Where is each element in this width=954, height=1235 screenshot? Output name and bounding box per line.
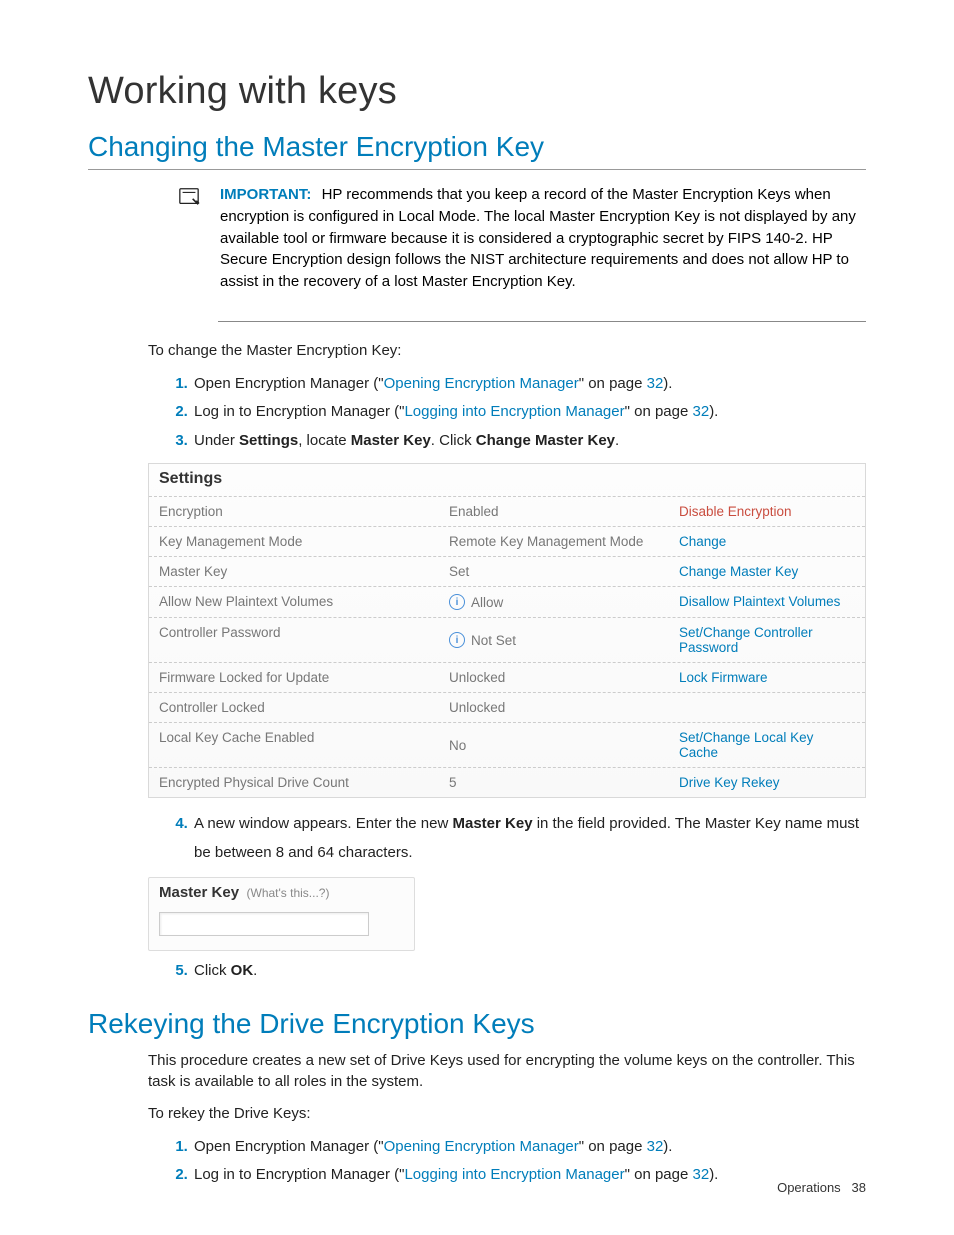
link-opening-encryption-manager[interactable]: Opening Encryption Manager [384, 375, 579, 392]
action-change-master-key[interactable]: Change Master Key [679, 564, 798, 579]
step-2: Log in to Encryption Manager ("Logging i… [192, 1161, 866, 1190]
master-key-input[interactable] [159, 912, 369, 936]
rekey-paragraph-2: To rekey the Drive Keys: [148, 1103, 866, 1125]
step-4: A new window appears. Enter the new Mast… [192, 810, 866, 867]
section-heading-rekeying: Rekeying the Drive Encryption Keys [88, 1008, 866, 1040]
settings-row: Controller Locked Unlocked [149, 692, 865, 722]
setting-label: Encryption [159, 504, 449, 519]
setting-action-empty [679, 700, 855, 715]
setting-value: Unlocked [449, 670, 679, 685]
footer-section: Operations [777, 1180, 841, 1195]
settings-row: Master Key Set Change Master Key [149, 556, 865, 586]
setting-label: Firmware Locked for Update [159, 670, 449, 685]
settings-row: Encrypted Physical Drive Count 5 Drive K… [149, 767, 865, 797]
link-logging-into-encryption-manager[interactable]: Logging into Encryption Manager [404, 403, 624, 420]
link-logging-into-encryption-manager[interactable]: Logging into Encryption Manager [404, 1166, 624, 1183]
action-change-mode[interactable]: Change [679, 534, 726, 549]
master-key-label: Master Key [159, 884, 239, 901]
master-key-whats-this-link[interactable]: (What's this...?) [247, 886, 330, 900]
link-page-32[interactable]: 32 [693, 1166, 710, 1183]
action-disallow-plaintext[interactable]: Disallow Plaintext Volumes [679, 594, 840, 609]
link-page-32[interactable]: 32 [647, 375, 664, 392]
action-disable-encryption[interactable]: Disable Encryption [679, 504, 792, 519]
info-icon[interactable]: i [449, 632, 465, 648]
action-set-controller-password[interactable]: Set/Change Controller Password [679, 625, 813, 655]
step-1: Open Encryption Manager ("Opening Encryp… [192, 370, 866, 399]
setting-value: 5 [449, 775, 679, 790]
settings-row: Encryption Enabled Disable Encryption [149, 496, 865, 526]
steps-list-2: Open Encryption Manager ("Opening Encryp… [148, 1133, 866, 1190]
setting-label: Allow New Plaintext Volumes [159, 594, 449, 610]
setting-value: Set [449, 564, 679, 579]
settings-row: Key Management Mode Remote Key Managemen… [149, 526, 865, 556]
step-1: Open Encryption Manager ("Opening Encryp… [192, 1133, 866, 1162]
link-page-32[interactable]: 32 [647, 1138, 664, 1155]
master-key-panel: Master Key (What's this...?) [148, 877, 415, 951]
important-text: IMPORTANT: HP recommends that you keep a… [220, 184, 866, 293]
settings-header: Settings [149, 464, 865, 496]
important-icon [178, 184, 200, 293]
settings-panel: Settings Encryption Enabled Disable Encr… [148, 463, 866, 798]
link-opening-encryption-manager[interactable]: Opening Encryption Manager [384, 1138, 579, 1155]
link-page-32[interactable]: 32 [693, 403, 710, 420]
setting-label: Encrypted Physical Drive Count [159, 775, 449, 790]
important-note: IMPORTANT: HP recommends that you keep a… [178, 178, 866, 293]
step-5: Click OK. [192, 957, 866, 986]
settings-row: Local Key Cache Enabled No Set/Change Lo… [149, 722, 865, 767]
page-footer: Operations 38 [777, 1180, 866, 1195]
info-icon[interactable]: i [449, 594, 465, 610]
setting-value: Remote Key Management Mode [449, 534, 679, 549]
section-rule [88, 169, 866, 170]
setting-label: Controller Locked [159, 700, 449, 715]
setting-value: Unlocked [449, 700, 679, 715]
setting-label: Key Management Mode [159, 534, 449, 549]
section-heading-change-master-key: Changing the Master Encryption Key [88, 131, 866, 163]
settings-row: Controller Password i Not Set Set/Change … [149, 617, 865, 662]
step-2: Log in to Encryption Manager ("Logging i… [192, 398, 866, 427]
page-title: Working with keys [88, 70, 866, 113]
important-body: HP recommends that you keep a record of … [220, 186, 856, 290]
steps-list-1b: A new window appears. Enter the new Mast… [148, 810, 866, 867]
step-3: Under Settings, locate Master Key. Click… [192, 427, 866, 456]
rekey-paragraph-1: This procedure creates a new set of Driv… [148, 1050, 866, 1094]
steps-list-1c: Click OK. [148, 957, 866, 986]
footer-page-number: 38 [852, 1180, 866, 1195]
settings-row: Firmware Locked for Update Unlocked Lock… [149, 662, 865, 692]
action-drive-key-rekey[interactable]: Drive Key Rekey [679, 775, 780, 790]
note-divider [218, 321, 866, 322]
important-label: IMPORTANT: [220, 186, 311, 203]
setting-label: Local Key Cache Enabled [159, 730, 449, 760]
setting-label: Master Key [159, 564, 449, 579]
action-set-local-key-cache[interactable]: Set/Change Local Key Cache [679, 730, 813, 760]
steps-list-1: Open Encryption Manager ("Opening Encryp… [148, 370, 866, 456]
setting-value: Allow [471, 595, 503, 610]
settings-row: Allow New Plaintext Volumes i Allow Disal… [149, 586, 865, 617]
setting-value: Not Set [471, 633, 516, 648]
setting-label: Controller Password [159, 625, 449, 655]
intro-text: To change the Master Encryption Key: [148, 340, 866, 362]
setting-value: Enabled [449, 504, 679, 519]
action-lock-firmware[interactable]: Lock Firmware [679, 670, 768, 685]
setting-value: No [449, 730, 679, 760]
